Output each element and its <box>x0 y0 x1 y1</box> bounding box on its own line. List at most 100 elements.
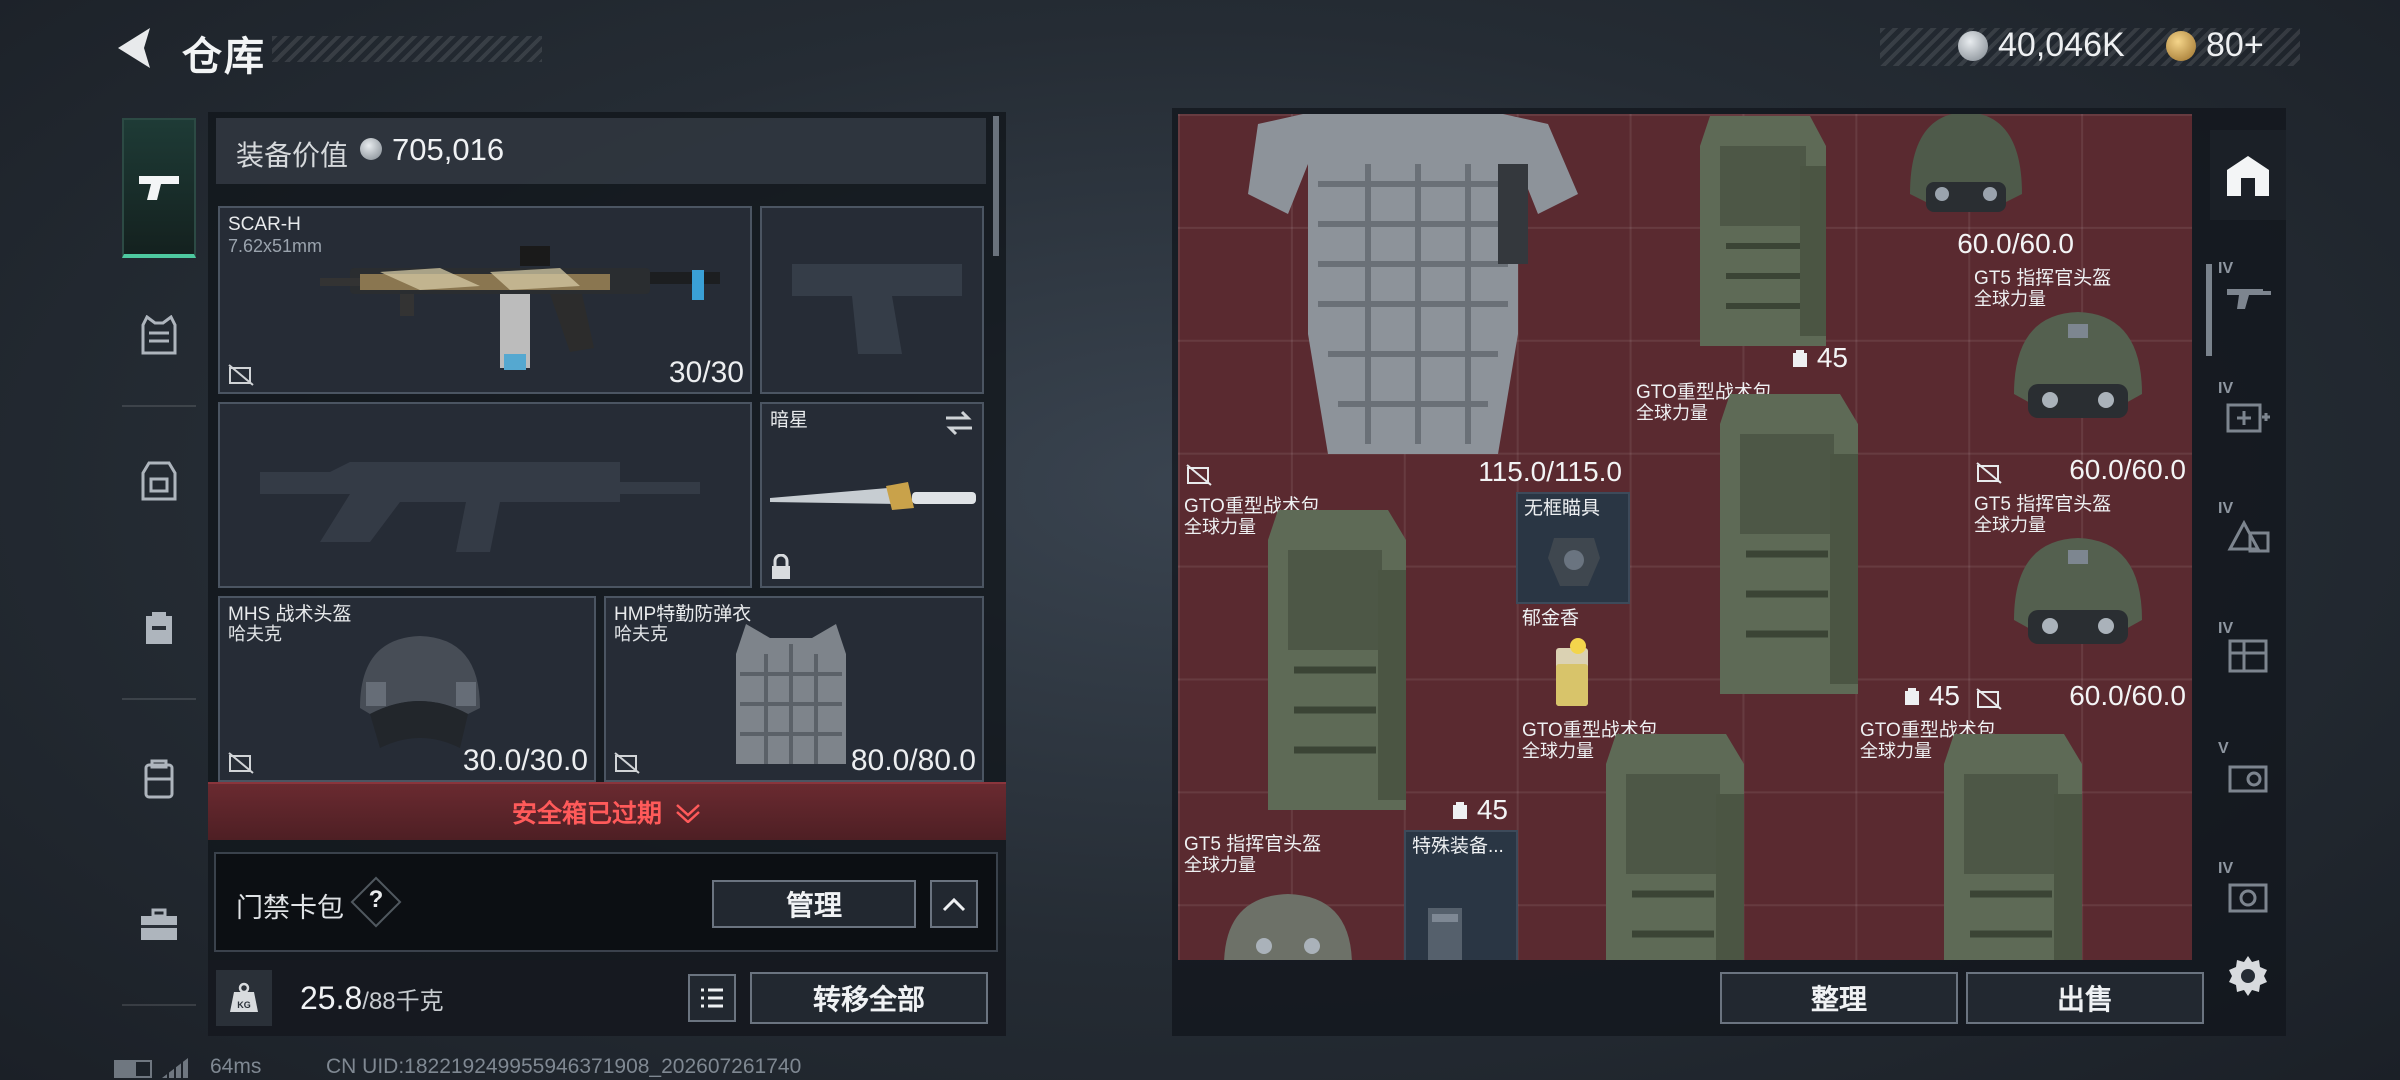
keycard-help-text: ? <box>368 886 384 913</box>
weight-icon-box: KG <box>216 970 272 1026</box>
settings-button[interactable] <box>2226 954 2270 998</box>
item-count-value: 45 <box>1816 342 1848 373</box>
helmet-image <box>1224 894 1352 960</box>
category-armor[interactable] <box>122 290 196 380</box>
grid-item-sight[interactable]: 无框瞄具 <box>1516 492 1630 604</box>
sell-button[interactable]: 出售 <box>1966 972 2204 1024</box>
tab-gear-storage[interactable]: IV <box>2210 610 2286 700</box>
grid-item-special[interactable]: 特殊装备... <box>1404 830 1518 960</box>
helmet-brand: 哈夫克 <box>228 624 282 644</box>
title-decor <box>272 36 542 62</box>
tab-level: IV <box>2218 380 2234 397</box>
grid-item-backpack[interactable]: GTO重型战术包 全球力量 <box>1516 716 1854 960</box>
sidearm-slot[interactable] <box>760 206 984 394</box>
item-count: 45 <box>1791 342 1848 374</box>
keycard-label: 门禁卡包 <box>236 893 344 923</box>
equipment-value: 705,016 <box>392 132 505 167</box>
grid-item-backpack[interactable]: GTO重型战术包 全球力量 45 <box>1630 378 1968 716</box>
weapon-ammo: 30/30 <box>668 356 744 389</box>
item-brand: 全球力量 <box>1636 403 1708 423</box>
no-durability-icon <box>1976 688 2002 710</box>
rifle-image <box>320 246 720 370</box>
storage-grid[interactable]: 115.0/115.0 45 60.0/60.0 GT5 指挥官头盔 全球力量 <box>1178 114 2192 960</box>
loadout-scrollbar[interactable] <box>993 116 999 256</box>
no-durability-icon <box>1976 462 2002 484</box>
armor-image <box>736 624 846 764</box>
equipment-value-label: 装备价值 <box>236 140 349 171</box>
item-brand: 全球力量 <box>1184 855 1256 875</box>
category-weapons[interactable] <box>122 118 196 258</box>
list-view-button[interactable] <box>688 974 736 1022</box>
armor-slot[interactable]: HMP特勤防弹衣 哈夫克 80.0/80.0 <box>604 596 984 782</box>
melee-name: 暗星 <box>770 410 809 431</box>
item-durability: 115.0/115.0 <box>1478 456 1622 487</box>
chevron-up-icon <box>942 897 966 912</box>
cocktail-image <box>1556 638 1588 706</box>
weight-current: 25.8 <box>300 980 363 1016</box>
swap-icon[interactable] <box>944 410 974 436</box>
grid-item-drink[interactable]: 郁金香 <box>1516 604 1630 716</box>
melee-slot[interactable]: 暗星 <box>760 402 984 588</box>
tab-medical-storage[interactable]: IV <box>2210 370 2286 460</box>
pistol-icon <box>139 176 179 200</box>
currency-secondary[interactable]: 80+ <box>2166 26 2264 65</box>
grid-item-backpack[interactable]: GTO重型战术包 全球力量 <box>1854 716 2192 960</box>
ping-text: 64ms <box>210 1055 262 1078</box>
tab-level: IV <box>2218 260 2234 277</box>
grid-item-backpack[interactable]: GTO重型战术包 全球力量 45 <box>1178 492 1516 830</box>
rifle-placeholder-icon <box>260 462 700 552</box>
category-safe-box[interactable] <box>122 880 196 970</box>
item-brand: 全球力量 <box>1860 741 1932 761</box>
helmet-image <box>2014 312 2142 418</box>
secondary-weapon-slot[interactable] <box>218 402 752 588</box>
tab-weapon-storage[interactable]: IV <box>2210 250 2286 340</box>
back-button[interactable] <box>110 22 158 74</box>
weapon-name: SCAR-H <box>228 214 301 235</box>
grid-item-backpack[interactable]: 45 <box>1630 114 1856 378</box>
tab-level: IV <box>2218 500 2234 517</box>
rail-divider <box>122 405 196 407</box>
cabinet-icon <box>2228 639 2268 673</box>
medkit-icon <box>2226 403 2270 433</box>
gold-coin-icon <box>2166 30 2196 61</box>
category-pouch[interactable] <box>122 734 196 824</box>
item-name: GT5 指挥官头盔 <box>1974 494 2112 515</box>
primary-weapon-slot[interactable]: SCAR-H 7.62x51mm 30/30 <box>218 206 752 394</box>
tab-level: IV <box>2218 620 2234 637</box>
grid-item-helmet[interactable]: GT5 指挥官头盔 全球力量 60.0/60.0 <box>1968 264 2192 490</box>
helmet-image <box>2014 538 2142 644</box>
battery-icon <box>114 1060 152 1078</box>
category-backpack[interactable] <box>122 582 196 672</box>
page-title: 仓库 <box>182 35 266 79</box>
weapon-caliber: 7.62x51mm <box>228 236 323 256</box>
no-durability-icon <box>1186 464 1212 486</box>
helmet-name: MHS 战术头盔 <box>228 604 352 625</box>
helmet-image <box>1910 114 2022 212</box>
grid-item-helmet[interactable]: GT5 指挥官头盔 全球力量 60.0/60.0 <box>1968 490 2192 716</box>
warehouse-icon <box>2227 156 2269 196</box>
chevron-down-icon <box>676 804 700 823</box>
item-count: 45 <box>1451 794 1508 826</box>
currency-main[interactable]: 40,046K <box>1958 26 2125 65</box>
category-chest-rig[interactable] <box>122 436 196 526</box>
back-arrow-icon <box>118 28 150 68</box>
vest-icon <box>141 315 177 355</box>
tab-tool-storage[interactable]: V <box>2210 730 2286 820</box>
no-durability-icon <box>614 752 640 774</box>
tab-collection-storage[interactable]: IV <box>2210 850 2286 940</box>
grid-item-armor[interactable]: 115.0/115.0 <box>1178 114 1630 492</box>
transfer-all-button[interactable]: 转移全部 <box>750 972 988 1024</box>
helmet-slot[interactable]: MHS 战术头盔 哈夫克 30.0/30.0 <box>218 596 596 782</box>
backpack-image <box>1268 510 1406 810</box>
grid-item-helmet[interactable]: 60.0/60.0 <box>1856 114 2082 264</box>
safe-box-banner[interactable]: 安全箱已过期 <box>208 782 1006 840</box>
grid-item-helmet[interactable]: GT5 指挥官头盔 全球力量 <box>1178 830 1404 960</box>
tab-warehouse[interactable] <box>2210 130 2286 220</box>
item-name: 郁金香 <box>1522 608 1580 629</box>
sort-button[interactable]: 整理 <box>1720 972 1958 1024</box>
currency-main-value: 40,046K <box>1998 26 2125 64</box>
collapse-button[interactable] <box>930 880 978 928</box>
manage-button[interactable]: 管理 <box>712 880 916 928</box>
tab-ammo-storage[interactable]: IV <box>2210 490 2286 580</box>
item-brand: 全球力量 <box>1184 517 1256 537</box>
